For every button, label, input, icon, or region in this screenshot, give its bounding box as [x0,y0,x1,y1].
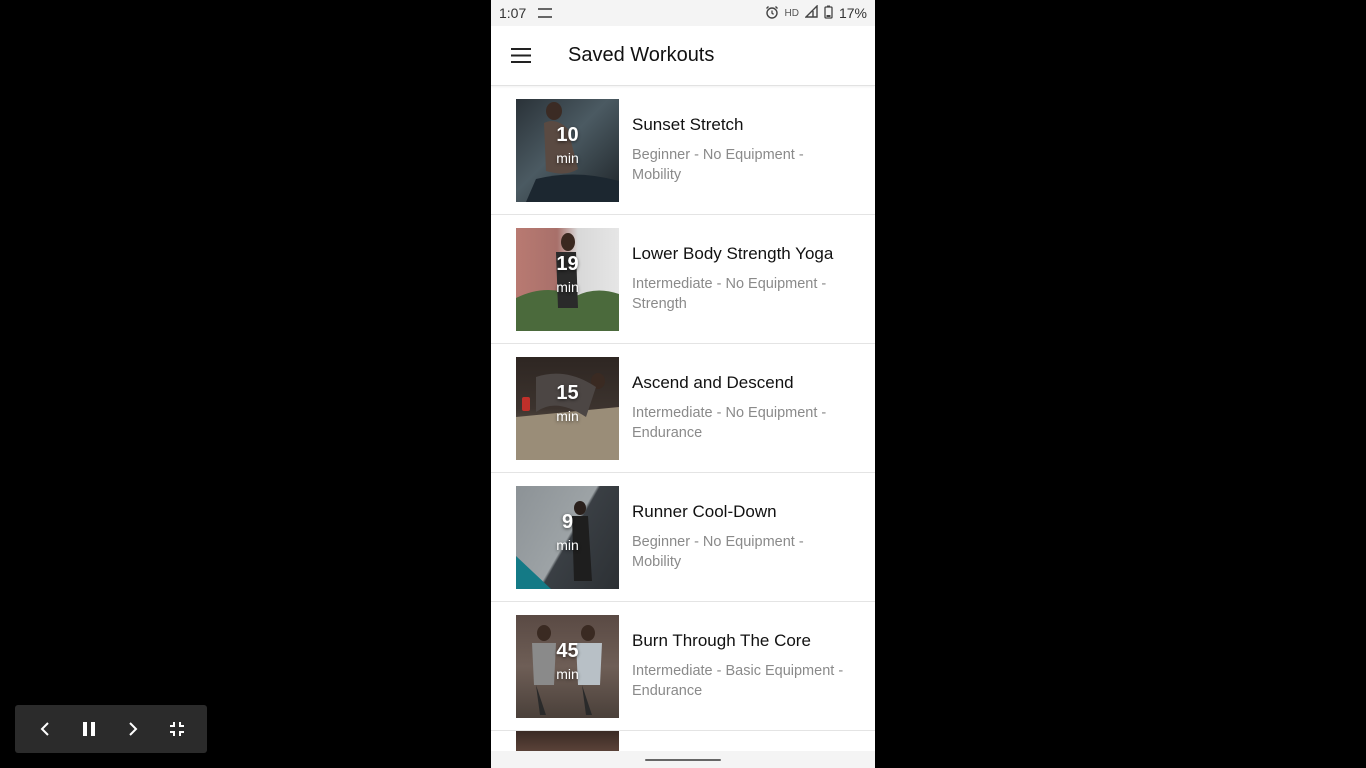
workout-info: Ascend and Descend Intermediate - No Equ… [632,373,852,443]
workout-meta: Intermediate - No Equipment - Endurance [632,405,827,441]
chevron-right-icon[interactable] [117,713,149,745]
workout-name: Runner Cool-Down [632,502,777,521]
duration-value: 9 [561,510,574,533]
workout-meta: Beginner - No Equipment - Mobility [632,147,804,183]
system-nav-bar [491,751,875,768]
duration-unit: min [556,278,579,295]
alarm-icon [765,5,779,22]
home-gesture-handle[interactable] [645,759,721,761]
workout-thumbnail: 9 min [516,485,619,589]
workout-thumbnail [516,731,619,751]
workout-info: Sunset Stretch Beginner - No Equipment -… [632,115,852,185]
workout-meta: Intermediate - No Equipment - Strength [632,276,827,312]
workout-item[interactable]: 15 min Ascend and Descend Intermediate -… [491,344,875,473]
workout-item[interactable]: 45 min Burn Through The Core Intermediat… [491,602,875,731]
workout-meta: Beginner - No Equipment - Mobility [632,534,804,570]
workout-meta: Intermediate - Basic Equipment - Enduran… [632,663,844,699]
workout-name: Ascend and Descend [632,373,794,392]
phone-screen: 1:07 HD 17% Saved Workouts 10 min Sunset… [491,0,875,768]
battery-percent: 17% [838,5,867,21]
duration-value: 10 [556,123,579,146]
notification-icon [538,8,553,18]
exit-fullscreen-icon[interactable] [161,713,193,745]
page-title: Saved Workouts [568,44,715,66]
signal-icon [804,4,818,21]
workout-info: Burn Through The Core Intermediate - Bas… [632,631,852,701]
hd-indicator: HD [784,7,799,19]
workout-thumbnail: 15 min [516,356,619,460]
workout-list: 10 min Sunset Stretch Beginner - No Equi… [491,86,875,751]
chevron-left-icon[interactable] [29,713,61,745]
hamburger-icon[interactable] [491,26,551,86]
battery-icon [824,5,833,22]
workout-thumbnail: 19 min [516,227,619,331]
duration-unit: min [556,536,579,553]
status-bar: 1:07 HD 17% [491,0,875,26]
workout-info: Runner Cool-Down Beginner - No Equipment… [632,502,852,572]
pause-icon[interactable] [73,713,105,745]
media-controls [15,705,207,753]
workout-item-partial[interactable] [491,731,875,751]
workout-name: Burn Through The Core [632,631,811,650]
workout-item[interactable]: 10 min Sunset Stretch Beginner - No Equi… [491,86,875,215]
workout-thumbnail: 45 min [516,614,619,718]
duration-value: 15 [556,381,579,404]
duration-unit: min [556,665,579,682]
duration-unit: min [556,149,579,166]
workout-name: Lower Body Strength Yoga [632,244,834,263]
workout-item[interactable]: 9 min Runner Cool-Down Beginner - No Equ… [491,473,875,602]
workout-name: Sunset Stretch [632,115,744,134]
duration-unit: min [556,407,579,424]
app-bar: Saved Workouts [491,26,875,86]
workout-thumbnail: 10 min [516,98,619,202]
status-time: 1:07 [499,5,527,21]
duration-value: 19 [556,252,579,275]
workout-item[interactable]: 19 min Lower Body Strength Yoga Intermed… [491,215,875,344]
duration-value: 45 [556,639,579,662]
workout-info: Lower Body Strength Yoga Intermediate - … [632,244,852,314]
